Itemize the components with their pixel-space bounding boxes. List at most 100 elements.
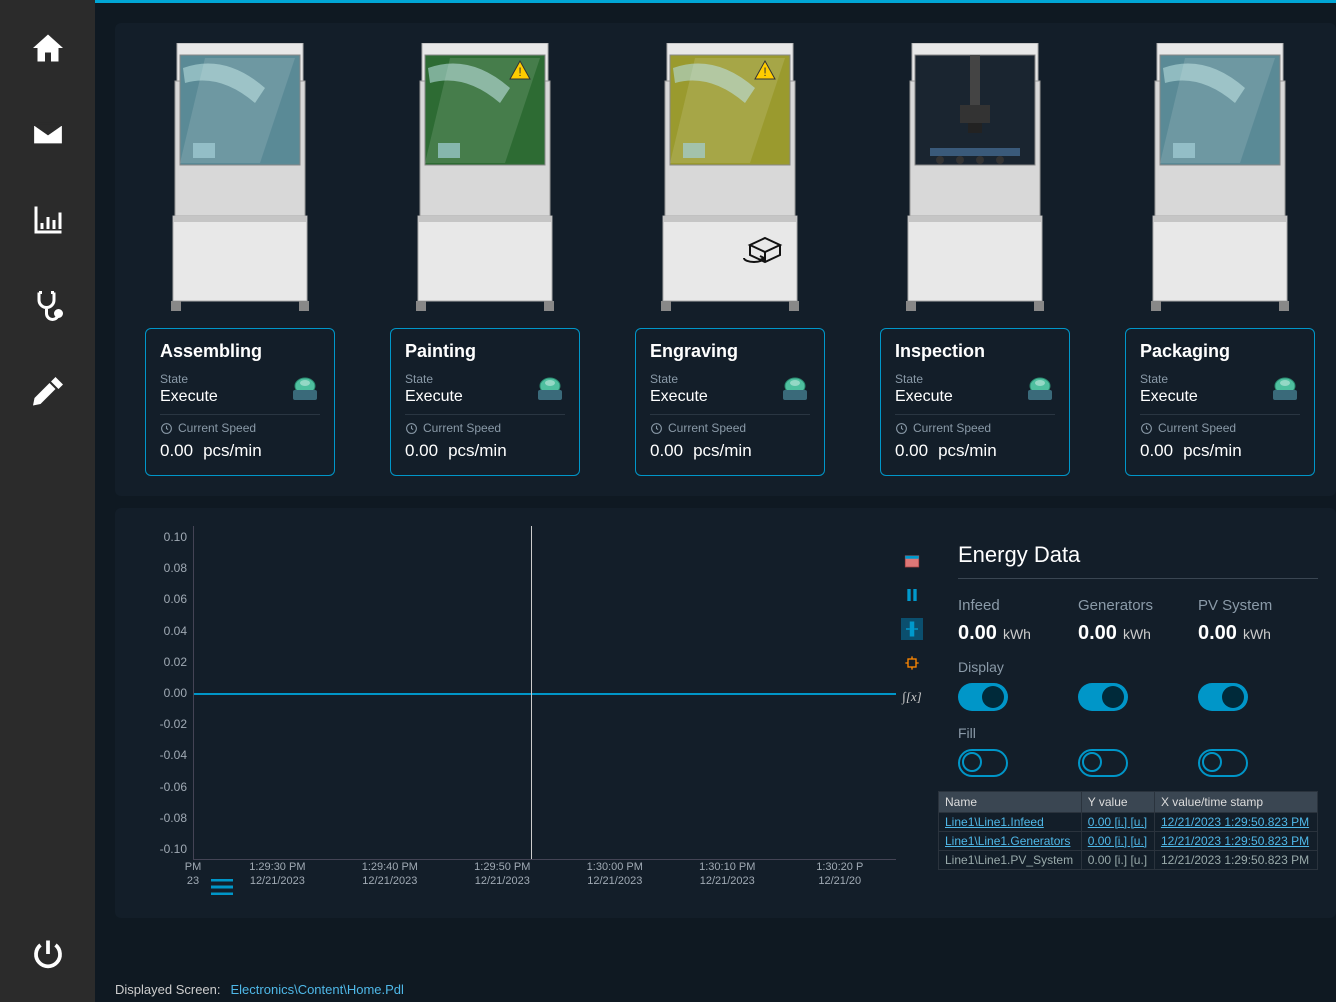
energy-data-table: NameY valueX value/time stampLine1\Line1…	[938, 791, 1318, 870]
chart-icon[interactable]	[30, 202, 66, 238]
machine-image: !	[410, 43, 560, 313]
plot-body[interactable]	[193, 526, 896, 860]
machine-image	[1145, 43, 1295, 313]
mail-icon[interactable]	[30, 116, 66, 152]
table-row[interactable]: Line1\Line1.Infeed0.00 [i.] [u.]12/21/20…	[939, 813, 1318, 832]
footer-path[interactable]: Electronics\Content\Home.Pdl	[231, 982, 404, 997]
x-tick: PM23	[185, 860, 202, 889]
energy-col-head: PV System	[1198, 597, 1318, 614]
display-section-label: Display	[958, 659, 1318, 675]
state-value: Execute	[895, 388, 953, 406]
energy-value: 0.00kWh	[1078, 622, 1198, 645]
chart-tool-timerange[interactable]	[901, 550, 923, 572]
x-tick: 1:29:40 PM12/21/2023	[362, 860, 418, 889]
machine-inspection[interactable]: InspectionState Execute Current Speed 0.00p…	[880, 43, 1070, 476]
beacon-icon	[780, 376, 810, 402]
machine-card[interactable]: InspectionState Execute Current Speed 0.00p…	[880, 328, 1070, 476]
state-value: Execute	[160, 388, 218, 406]
display-toggle[interactable]	[1198, 683, 1248, 711]
chart-zero-line	[194, 693, 896, 695]
y-tick: -0.06	[160, 780, 187, 794]
state-label: State	[405, 372, 463, 386]
x-axis: PM231:29:30 PM12/21/20231:29:40 PM12/21/…	[193, 860, 896, 900]
table-row[interactable]: Line1\Line1.PV_System0.00 [i.] [u.]12/21…	[939, 851, 1318, 870]
machine-card[interactable]: PackagingStateExecuteCurrent Speed0.00pc…	[1125, 328, 1315, 476]
state-value: Execute	[650, 388, 708, 406]
machines-panel: AssemblingStateExecuteCurrent Speed0.00p…	[115, 23, 1336, 496]
y-tick: 0.02	[164, 655, 187, 669]
fill-toggle[interactable]	[958, 749, 1008, 777]
energy-value: 0.00kWh	[958, 622, 1078, 645]
chart-tool-crosshair[interactable]	[901, 652, 923, 674]
machine-card[interactable]: PaintingStateExecuteCurrent Speed0.00pcs…	[390, 328, 580, 476]
y-tick: -0.04	[160, 748, 187, 762]
beacon-icon	[1270, 376, 1300, 402]
energy-value: 0.00kWh	[1198, 622, 1318, 645]
sidebar	[0, 0, 95, 1002]
state-label: State	[895, 372, 953, 386]
state-label: State	[1140, 372, 1198, 386]
power-icon[interactable]	[30, 936, 66, 972]
chart-menu-icon[interactable]	[211, 879, 233, 900]
machine-title: Engraving	[650, 341, 810, 372]
beacon-icon	[1025, 376, 1055, 402]
table-header: Name	[939, 792, 1082, 813]
chart-tool-pause[interactable]	[901, 584, 923, 606]
fill-toggle[interactable]	[1078, 749, 1128, 777]
display-toggle[interactable]	[958, 683, 1008, 711]
chart-cursor-line[interactable]	[531, 526, 532, 859]
machine-engraving[interactable]: ! EngravingState Execute Current Speed 0.00p…	[635, 43, 825, 476]
machine-packaging[interactable]: PackagingStateExecuteCurrent Speed0.00pc…	[1125, 43, 1315, 476]
svg-text:!: !	[763, 65, 766, 79]
fill-section-label: Fill	[958, 725, 1318, 741]
chart-tool-ruler[interactable]	[901, 618, 923, 640]
speed-label: Current Speed	[895, 421, 1055, 435]
x-tick: 1:30:00 PM12/21/2023	[587, 860, 643, 889]
y-tick: 0.04	[164, 624, 187, 638]
speed-value: 0.00pcs/min	[160, 441, 320, 461]
table-header: Y value	[1081, 792, 1154, 813]
speed-label: Current Speed	[650, 421, 810, 435]
machine-title: Assembling	[160, 341, 320, 372]
speed-label: Current Speed	[405, 421, 565, 435]
table-header: X value/time stamp	[1154, 792, 1317, 813]
x-tick: 1:29:50 PM12/21/2023	[474, 860, 530, 889]
diagnostics-icon[interactable]	[30, 288, 66, 324]
beacon-icon	[535, 376, 565, 402]
chart-tool-integral[interactable]: ∫[x]	[901, 686, 923, 708]
chart-toolbar: ∫[x]	[896, 526, 928, 900]
machine-card[interactable]: EngravingState Execute Current Speed 0.00pc…	[635, 328, 825, 476]
svg-text:!: !	[518, 65, 521, 79]
y-tick: -0.08	[160, 811, 187, 825]
speed-value: 0.00pcs/min	[650, 441, 810, 461]
machine-title: Inspection	[895, 341, 1055, 372]
machine-image	[900, 43, 1050, 313]
machine-assembling[interactable]: AssemblingState Execute Current Speed 0.00p…	[145, 43, 335, 476]
beacon-icon	[290, 376, 320, 402]
energy-title: Energy Data	[958, 542, 1318, 578]
y-tick: -0.10	[160, 842, 187, 856]
chart-panel: 0.100.080.060.040.020.00-0.02-0.04-0.06-…	[115, 508, 1336, 918]
machine-painting[interactable]: ! PaintingStateExecuteCurrent Speed0.00pc…	[390, 43, 580, 476]
x-tick: 1:30:20 P12/21/20	[816, 860, 863, 889]
speed-label: Current Speed	[160, 421, 320, 435]
home-icon[interactable]	[30, 30, 66, 66]
speed-label: Current Speed	[1140, 421, 1300, 435]
energy-col-head: Infeed	[958, 597, 1078, 614]
speed-value: 0.00pcs/min	[895, 441, 1055, 461]
footer-label: Displayed Screen:	[115, 982, 221, 997]
footer: Displayed Screen: Electronics\Content\Ho…	[95, 976, 1336, 1002]
table-row[interactable]: Line1\Line1.Generators0.00 [i.] [u.]12/2…	[939, 832, 1318, 851]
y-tick: 0.08	[164, 561, 187, 575]
y-tick: 0.06	[164, 592, 187, 606]
display-toggle[interactable]	[1078, 683, 1128, 711]
fill-toggle[interactable]	[1198, 749, 1248, 777]
machine-card[interactable]: AssemblingState Execute Current Speed 0.00p…	[145, 328, 335, 476]
machine-title: Packaging	[1140, 341, 1300, 372]
settings-icon[interactable]	[30, 374, 66, 410]
state-label: State	[160, 372, 218, 386]
energy-col-head: Generators	[1078, 597, 1198, 614]
state-label: State	[650, 372, 708, 386]
y-tick: 0.10	[164, 530, 187, 544]
machine-title: Painting	[405, 341, 565, 372]
